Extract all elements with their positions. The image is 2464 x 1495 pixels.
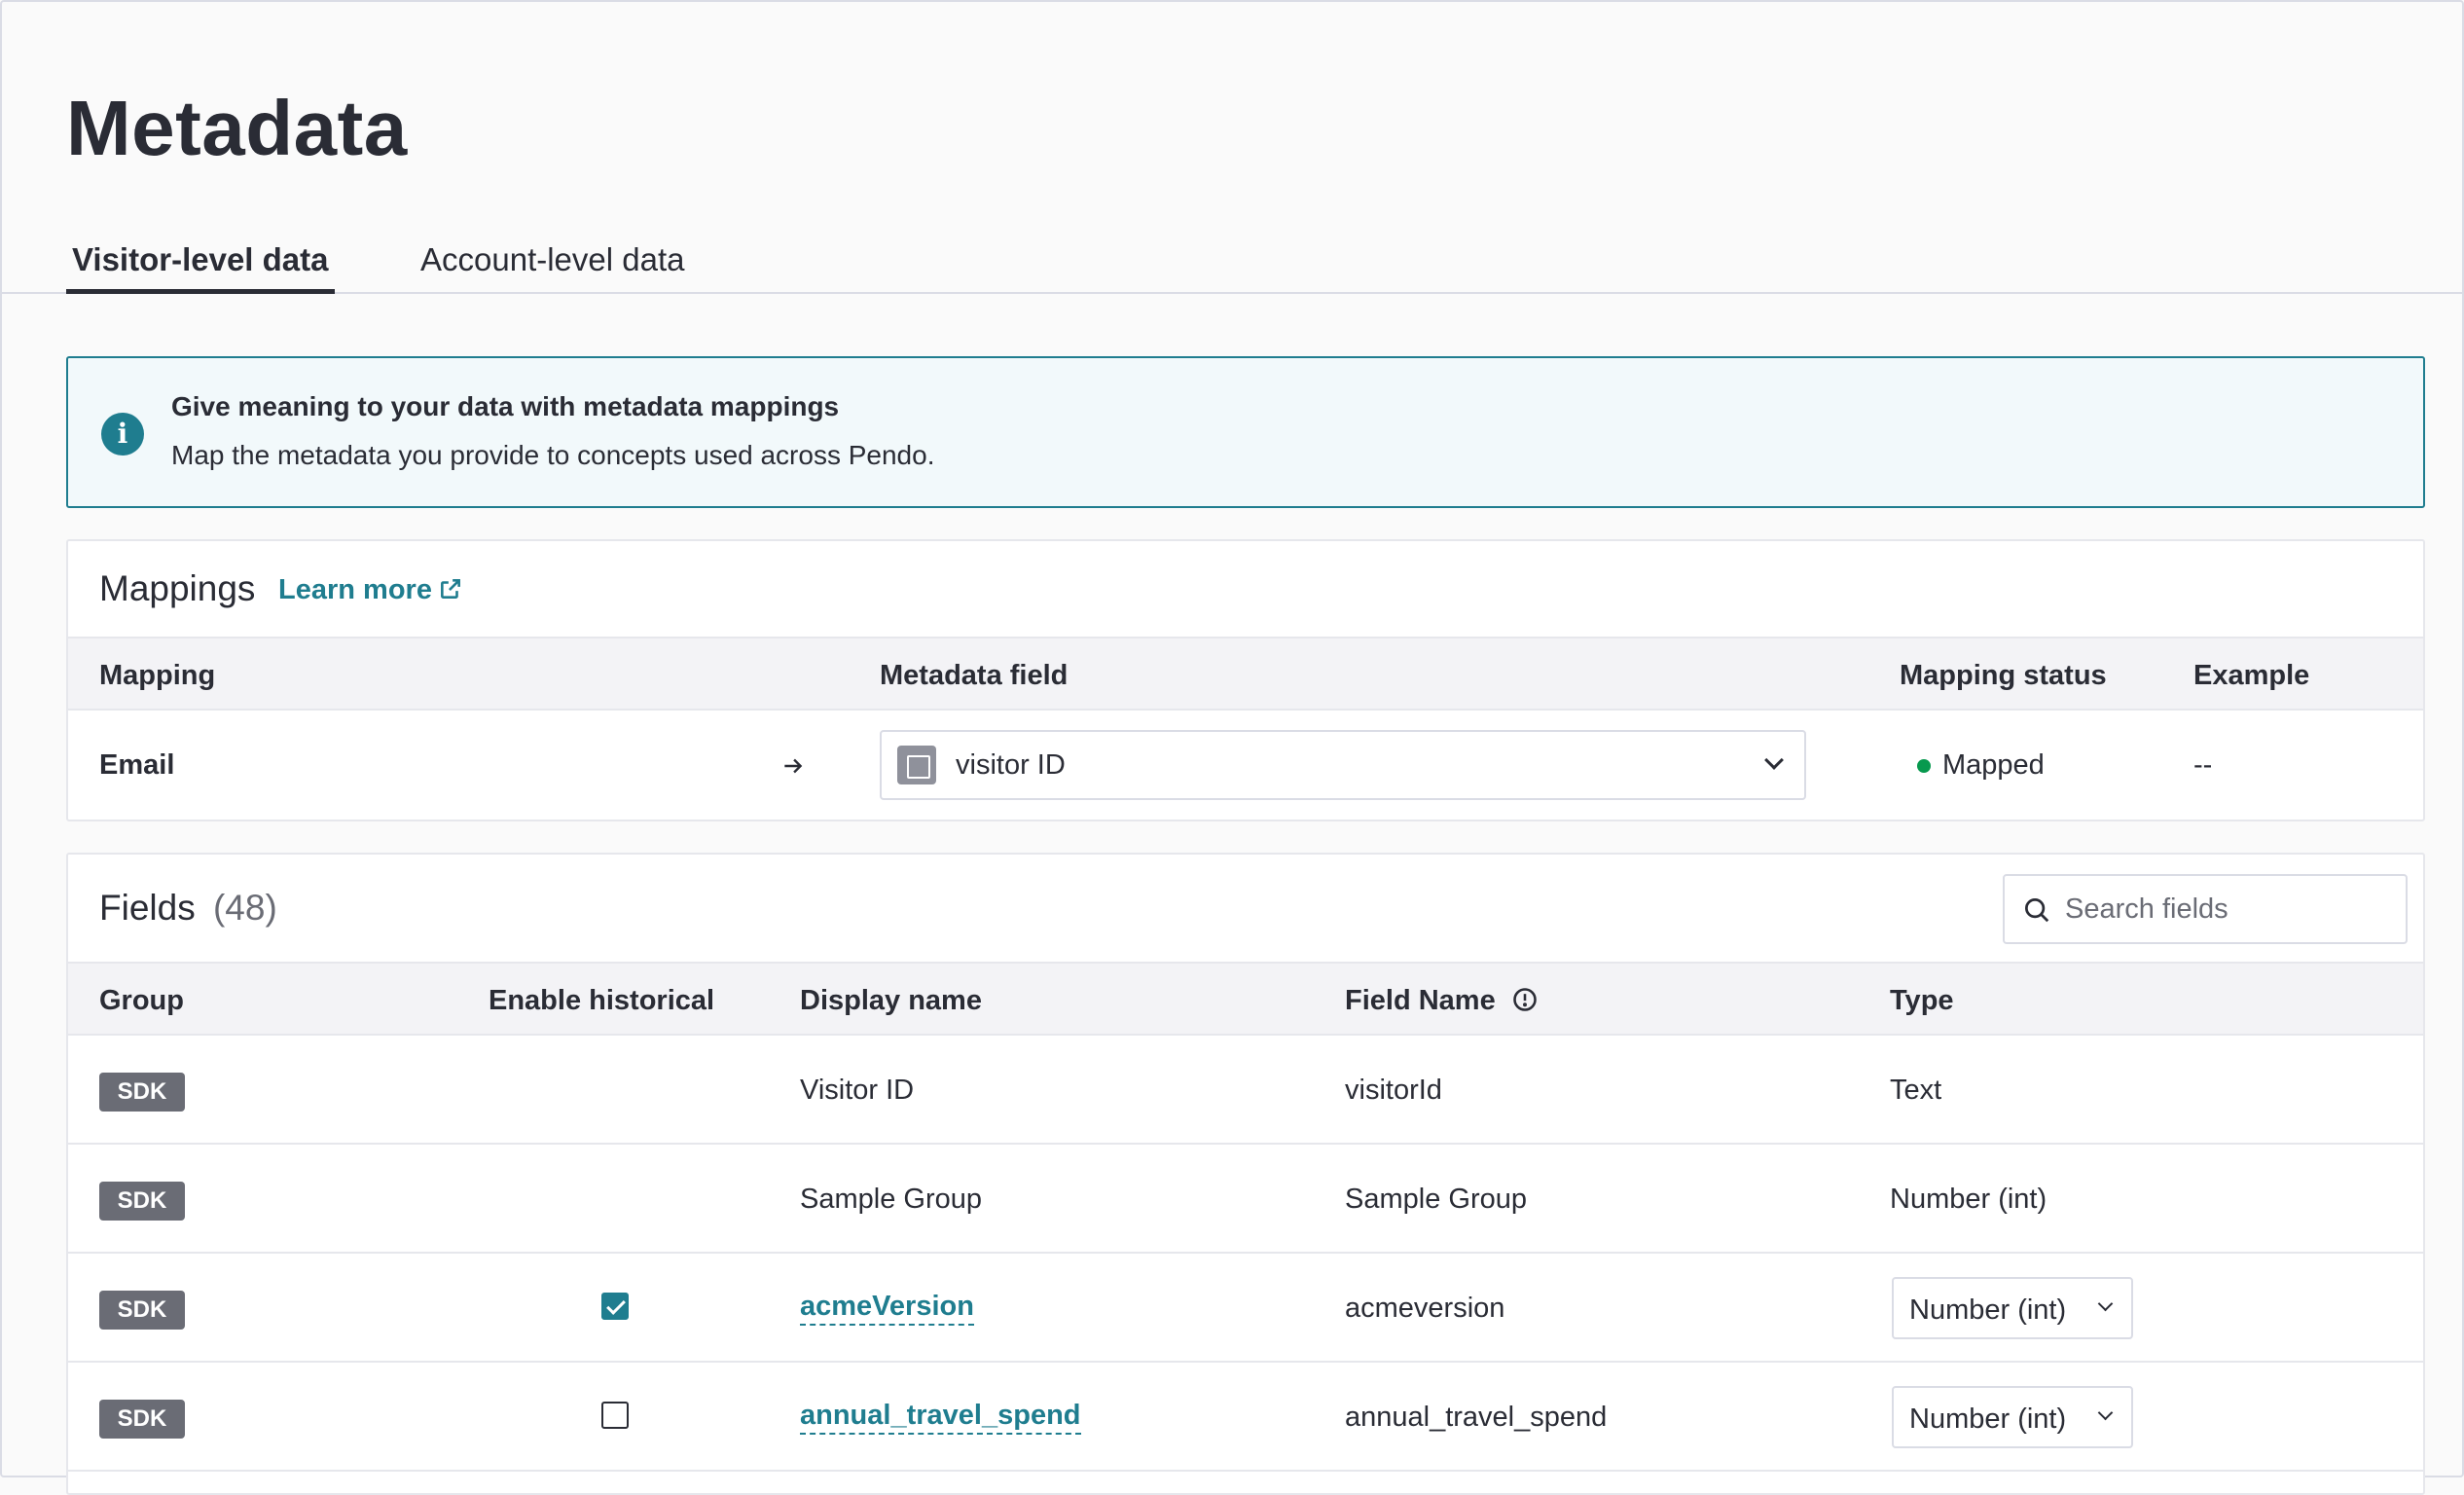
group-badge: SDK [99,1182,185,1221]
arrow-right-icon [784,758,803,774]
header-display-name: Display name [800,985,982,1016]
header-metadata-field: Metadata field [880,660,1069,691]
table-row: SDK Sample Group Sample Group Number (in… [68,1145,2423,1254]
display-name-link[interactable]: annual_travel_spend [800,1400,1081,1435]
table-row: SDK acmeVersion acmeversion Number (int) [68,1254,2423,1363]
info-circle-icon[interactable] [1511,986,1539,1013]
chevron-down-icon [2097,1404,2114,1421]
display-name: Sample Group [800,1184,982,1215]
info-icon: i [101,413,144,456]
search-field[interactable] [2003,874,2408,944]
field-type: Number (int) [1890,1184,2047,1215]
header-enable-historical: Enable historical [489,985,715,1016]
header-mapping: Mapping [99,660,216,691]
header-field-name-label: Field Name [1345,985,1496,1016]
display-name-cell: annual_travel_spend [800,1400,1081,1435]
table-row: SDK Visitor ID visitorId Text [68,1036,2423,1145]
page-title: Metadata [66,85,408,171]
chevron-down-icon [1764,750,1784,770]
type-select[interactable]: Number (int) [1892,1386,2133,1448]
table-row: SDK annual_travel_spend annual_travel_sp… [68,1363,2423,1472]
fields-title-label: Fields [99,888,196,928]
header-example: Example [2193,660,2310,691]
group-badge: SDK [99,1291,185,1330]
fields-title: Fields (48) [99,888,277,929]
mapping-name: Email [99,749,175,781]
display-name: Visitor ID [800,1075,915,1106]
field-name: acmeversion [1345,1293,1505,1324]
learn-more-label: Learn more [278,574,432,605]
header-type: Type [1890,985,1954,1016]
group-badge: SDK [99,1073,185,1112]
banner-title: Give meaning to your data with metadata … [171,391,840,421]
info-banner: i Give meaning to your data with metadat… [66,356,2425,508]
fields-count: (48) [212,888,277,928]
external-link-icon [440,579,460,599]
tab-account-level-data[interactable]: Account-level data [420,226,685,294]
field-name: Sample Group [1345,1184,1527,1215]
type-select-value: Number (int) [1909,1404,2067,1435]
field-name: visitorId [1345,1075,1442,1106]
mapping-example: -- [2193,749,2213,781]
app-frame: Metadata Visitor-level data Account-leve… [0,0,2464,1495]
banner-text: Map the metadata you provide to concepts… [171,440,935,470]
enable-historical-checkbox[interactable] [601,1293,629,1320]
mapping-row: Email visitor ID Mapped -- [68,711,2423,820]
learn-more-link[interactable]: Learn more [278,574,463,606]
metadata-field-value: visitor ID [956,749,1066,781]
fields-table-header: Group Enable historical Display name Fie… [68,962,2423,1036]
search-input[interactable] [2065,890,2386,929]
mappings-card: Mappings Learn more Mapping Metadata fie… [66,539,2425,821]
display-name-cell: acmeVersion [800,1291,974,1326]
field-name: annual_travel_spend [1345,1402,1608,1433]
header-mapping-status: Mapping status [1900,660,2107,691]
search-icon [2025,898,2049,923]
mapping-status: Mapped [1942,749,2045,781]
enable-historical-checkbox[interactable] [601,1402,629,1429]
code-icon [897,746,936,784]
header-group: Group [99,985,184,1016]
chevron-down-icon [2097,1295,2114,1312]
metadata-field-select[interactable]: visitor ID [880,730,1806,800]
display-name-link[interactable]: acmeVersion [800,1291,974,1326]
field-type: Text [1890,1075,1942,1106]
group-badge: SDK [99,1400,185,1439]
mappings-title: Mappings [99,568,256,608]
tab-bar: Visitor-level data Account-level data [2,226,2464,294]
type-select-value: Number (int) [1909,1294,2067,1326]
header-field-name: Field Name [1345,985,1539,1017]
tab-visitor-level-data[interactable]: Visitor-level data [66,226,335,294]
mappings-table-header: Mapping Metadata field Mapping status Ex… [68,637,2423,711]
fields-card: Fields (48) Group Enable historical Disp… [66,853,2425,1495]
type-select[interactable]: Number (int) [1892,1277,2133,1339]
